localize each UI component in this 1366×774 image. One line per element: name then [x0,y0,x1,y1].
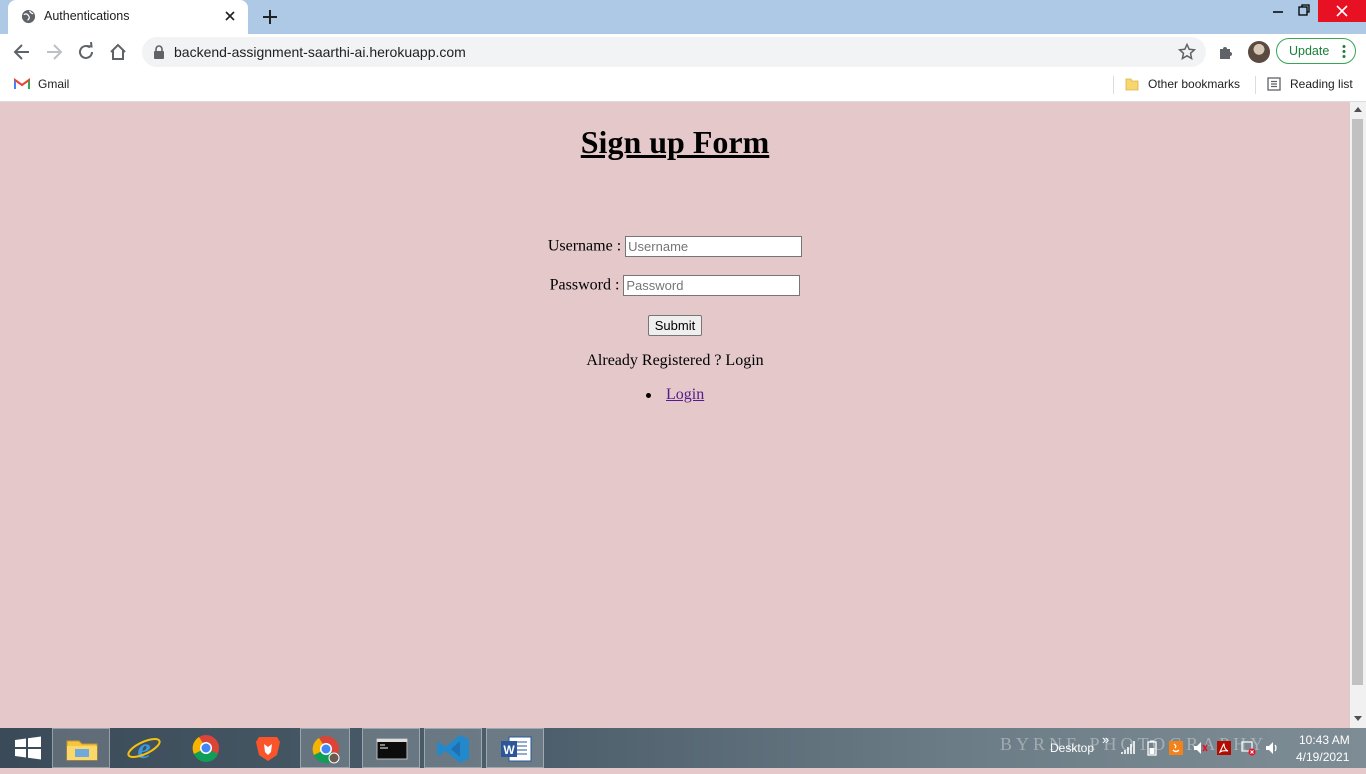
scroll-up-arrow-icon[interactable] [1354,107,1362,112]
start-icon[interactable] [0,728,56,768]
new-tab-icon[interactable] [260,7,280,27]
network-disconnected-icon[interactable] [1240,740,1256,756]
taskbar-chrome-active[interactable] [300,728,350,768]
close-window-icon[interactable] [1318,0,1366,22]
reading-list-icon[interactable] [1267,77,1281,91]
windows-taskbar: e W BYRNE PHOTOGRAPHY Desktop » 10:43 AM… [0,728,1366,768]
taskbar-file-explorer[interactable] [52,728,110,768]
chrome-icon[interactable] [178,728,234,768]
password-label: Password : [549,276,620,294]
chrome-profile-icon [312,736,340,764]
bookmark-reading-list[interactable]: Reading list [1290,77,1353,91]
bookmark-other-bookmarks[interactable]: Other bookmarks [1148,77,1240,91]
username-row: Username : [0,236,1350,257]
cmd-icon [376,738,408,760]
browser-tab-strip: Authentications [0,0,1366,34]
close-tab-icon[interactable] [222,8,238,24]
home-icon[interactable] [108,42,128,62]
taskbar-word[interactable]: W [486,728,544,768]
desktop-toolbar-label[interactable]: Desktop [1050,741,1094,755]
reload-icon[interactable] [76,42,96,62]
svg-text:e: e [137,732,150,765]
file-explorer-icon [66,740,98,761]
java-update-icon[interactable] [1168,740,1184,756]
browser-toolbar: backend-assignment-saarthi-ai.herokuapp.… [0,34,1366,70]
url-text[interactable]: backend-assignment-saarthi-ai.herokuapp.… [174,44,466,60]
vscode-icon [437,735,469,763]
taskbar-vscode[interactable] [424,728,482,768]
page-scrollbar[interactable] [1350,102,1366,728]
clock-date[interactable]: 4/19/2021 [1296,750,1349,764]
username-input[interactable] [625,236,803,257]
update-label: Update [1289,44,1330,58]
restore-window-icon[interactable] [1294,0,1314,22]
profile-avatar[interactable] [1248,41,1270,63]
folder-icon[interactable] [1125,77,1139,91]
speaker-muted-icon[interactable] [1192,740,1208,756]
browser-tab[interactable]: Authentications [8,0,248,34]
bookmarks-divider [1255,76,1256,94]
page-content: Sign up Form Username : Password : Submi… [0,102,1350,728]
password-input[interactable] [623,275,801,296]
clock-time[interactable]: 10:43 AM [1299,733,1350,747]
bookmark-gmail[interactable]: Gmail [38,77,69,91]
login-link[interactable]: Login [666,386,704,404]
battery-icon[interactable] [1144,740,1160,756]
bookmarks-divider [1113,76,1114,94]
taskbar-cmd[interactable] [362,728,420,768]
internet-explorer-icon[interactable]: e [116,728,172,768]
lock-icon[interactable] [153,45,165,59]
password-row: Password : [0,275,1350,296]
acrobat-icon[interactable] [1216,740,1232,756]
tab-title: Authentications [44,9,130,23]
back-arrow-icon[interactable] [12,42,32,62]
bookmark-star-icon[interactable] [1178,43,1196,61]
address-bar[interactable]: backend-assignment-saarthi-ai.herokuapp.… [142,37,1206,67]
submit-row: Submit [0,315,1350,336]
network-signal-icon[interactable] [1120,740,1136,756]
page-title: Sign up Form [580,124,770,160]
submit-button[interactable]: Submit [647,315,703,336]
tray-overflow-icon[interactable]: » [1102,732,1109,747]
extensions-puzzle-icon[interactable] [1216,42,1236,62]
scroll-down-arrow-icon[interactable] [1354,716,1362,721]
volume-icon[interactable] [1264,740,1280,756]
already-registered-text: Already Registered ? Login [586,352,764,369]
scrollbar-thumb[interactable] [1352,119,1363,685]
bullet [646,393,651,398]
brave-icon[interactable] [240,728,296,768]
update-button[interactable]: Update [1276,38,1356,64]
more-menu-icon[interactable] [1342,45,1346,58]
svg-text:W: W [503,743,515,757]
forward-arrow-icon[interactable] [44,42,64,62]
gmail-icon[interactable] [14,78,30,90]
bookmarks-bar: Gmail Other bookmarks Reading list [0,70,1366,102]
globe-icon [21,9,36,24]
minimize-window-icon[interactable] [1268,0,1288,22]
username-label: Username : [547,237,622,255]
word-icon: W [501,736,532,762]
